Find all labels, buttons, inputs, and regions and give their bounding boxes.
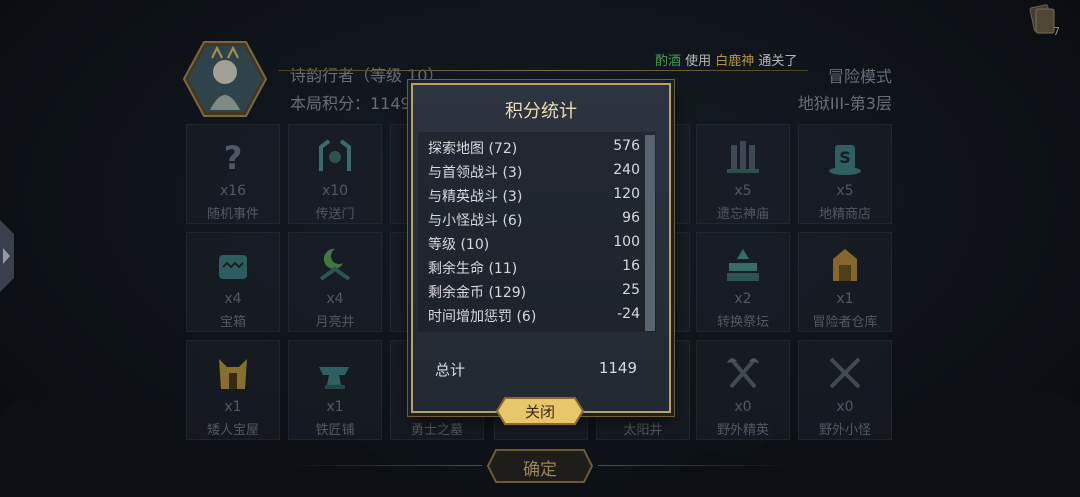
score-list[interactable]: 探索地图 (72) 576 与首领战斗 (3) 240 与精英战斗 (3) 120 与… bbox=[418, 132, 656, 332]
score-row: 与精英战斗 (3) 120 bbox=[428, 186, 640, 205]
scrollbar-thumb[interactable] bbox=[645, 135, 655, 331]
close-button-label: 关闭 bbox=[524, 403, 555, 421]
score-row: 剩余金币 (129) 25 bbox=[428, 282, 640, 301]
total-label: 总计 bbox=[435, 361, 466, 379]
close-button[interactable]: 关闭 bbox=[495, 396, 585, 426]
score-row: 剩余生命 (11) 16 bbox=[428, 258, 640, 277]
score-row: 时间增加惩罚 (6) -24 bbox=[428, 306, 640, 325]
score-row: 探索地图 (72) 576 bbox=[428, 138, 640, 157]
score-row: 与小怪战斗 (6) 96 bbox=[428, 210, 640, 229]
modal-title: 积分统计 bbox=[505, 101, 577, 122]
score-row: 与首领战斗 (3) 240 bbox=[428, 162, 640, 181]
total-value: 1149 bbox=[598, 359, 637, 377]
score-row: 等级 (10) 100 bbox=[428, 234, 640, 253]
score-stats-modal: 积分统计 探索地图 (72) 576 与首领战斗 (3) 240 与精英战斗 (3)… bbox=[411, 83, 671, 413]
